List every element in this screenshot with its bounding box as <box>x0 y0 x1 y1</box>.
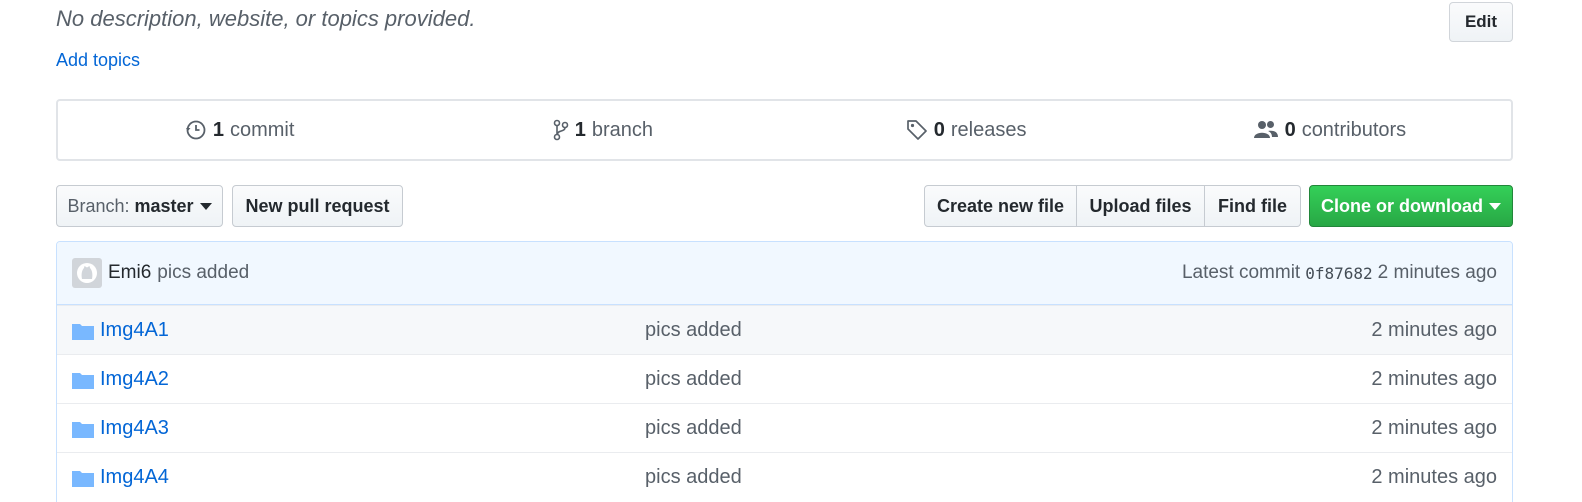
file-commit-message[interactable]: pics added <box>645 319 742 342</box>
file-age: 2 minutes ago <box>1371 367 1497 390</box>
commits-label: commit <box>229 118 295 141</box>
file-commit-message[interactable]: pics added <box>645 417 742 440</box>
file-age: 2 minutes ago <box>1371 416 1497 439</box>
tag-icon <box>906 120 927 140</box>
commits-count: 1 <box>212 118 224 141</box>
file-table: Emi6 pics added Latest commit 0f87682 2 … <box>56 241 1513 502</box>
releases-label: releases <box>950 118 1027 141</box>
file-name-link[interactable]: Img4A1 <box>100 319 169 342</box>
file-name-link[interactable]: Img4A2 <box>100 368 169 391</box>
branches-count: 1 <box>574 118 586 141</box>
contributors-label: contributors <box>1301 118 1407 141</box>
commit-age: 2 minutes ago <box>1377 262 1497 283</box>
upload-files-button[interactable]: Upload files <box>1077 185 1205 227</box>
commit-author[interactable]: Emi6 <box>108 262 151 284</box>
branch-name: master <box>134 195 194 216</box>
commits-summary[interactable]: 1 commit <box>58 119 421 142</box>
file-commit-message[interactable]: pics added <box>645 466 742 489</box>
branch-prefix: Branch: <box>67 195 130 216</box>
repository-overview: No description, website, or topics provi… <box>0 0 1582 502</box>
table-row: Img4A2 pics added 2 minutes ago <box>57 354 1512 403</box>
releases-count: 0 <box>933 118 945 141</box>
folder-icon <box>72 471 94 487</box>
add-topics-link[interactable]: Add topics <box>56 50 140 71</box>
commit-sha[interactable]: 0f87682 <box>1305 264 1372 283</box>
caret-down-icon <box>1489 202 1501 210</box>
clone-label: Clone or download <box>1321 195 1483 216</box>
caret-down-icon <box>199 202 212 210</box>
repo-description: No description, website, or topics provi… <box>56 6 476 31</box>
file-name-link[interactable]: Img4A3 <box>100 417 169 440</box>
new-pull-request-button[interactable]: New pull request <box>232 185 403 227</box>
clone-or-download-button[interactable]: Clone or download <box>1309 185 1513 227</box>
folder-icon <box>72 373 94 389</box>
commit-tease: Emi6 pics added Latest commit 0f87682 2 … <box>57 242 1512 305</box>
releases-summary[interactable]: 0 releases <box>785 119 1148 142</box>
history-icon <box>185 120 206 140</box>
file-commit-message[interactable]: pics added <box>645 368 742 391</box>
branch-select-button[interactable]: Branch: master <box>56 185 223 227</box>
file-age: 2 minutes ago <box>1371 465 1497 488</box>
latest-commit-label: Latest commit <box>1181 262 1301 283</box>
branch-icon <box>553 119 569 141</box>
folder-icon <box>72 422 94 438</box>
file-age: 2 minutes ago <box>1371 318 1497 341</box>
contributors-summary[interactable]: 0 contributors <box>1148 119 1511 142</box>
folder-icon <box>72 324 94 340</box>
table-row: Img4A4 pics added 2 minutes ago <box>57 452 1512 501</box>
people-icon <box>1253 121 1278 138</box>
avatar[interactable] <box>72 258 102 288</box>
table-row: Img4A1 pics added 2 minutes ago <box>57 305 1512 354</box>
table-row: Img4A3 pics added 2 minutes ago <box>57 403 1512 452</box>
branches-summary[interactable]: 1 branch <box>421 119 784 142</box>
github-octocat-icon <box>77 263 97 283</box>
file-name-link[interactable]: Img4A4 <box>100 466 169 489</box>
create-new-file-button[interactable]: Create new file <box>924 185 1077 227</box>
file-actions-group: Create new file Upload files Find file <box>924 185 1301 227</box>
numbers-summary: 1 commit 1 branch 0 releases 0 contribut… <box>56 99 1513 161</box>
contributors-count: 0 <box>1284 118 1296 141</box>
branches-label: branch <box>591 118 654 141</box>
find-file-button[interactable]: Find file <box>1205 185 1301 227</box>
edit-button[interactable]: Edit <box>1449 2 1513 42</box>
commit-message[interactable]: pics added <box>157 262 249 284</box>
